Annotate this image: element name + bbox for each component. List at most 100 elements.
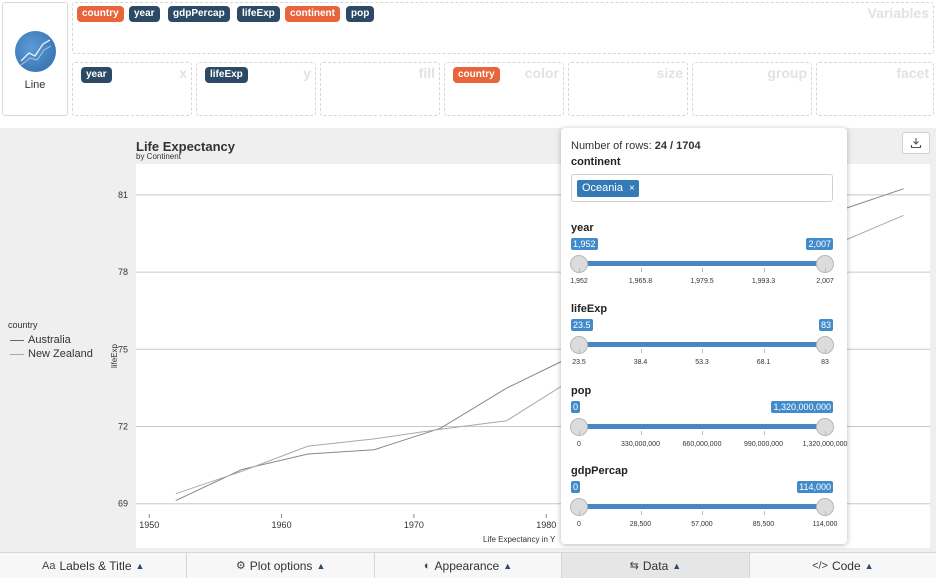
slider-grid-tick [640,511,642,515]
pop-slider[interactable]: 0 1,320,000,000 0 330,000,000 660,000,000 990… [570,387,847,451]
gear-icon: ⚙ [235,560,246,572]
slider-track[interactable] [579,342,825,347]
y-tick-label: 75 [118,344,128,354]
aes-label-group: group [767,65,807,81]
year-slider[interactable]: 1,952 2,007 1,952 1,965.8 1,979.5 1,993.3 2,00… [570,224,837,288]
continent-select[interactable]: Oceania × [571,174,833,202]
aes-chip-color[interactable]: country [453,67,500,83]
aes-label-color: color [524,65,559,81]
data-filter-popup: Number of rows: 24 / 1704 continent Ocea… [561,128,847,544]
variable-chip-gdppercap[interactable]: gdpPercap [168,6,230,22]
tab-label: Appearance [434,558,500,573]
aes-dropzone-size[interactable]: size [568,62,688,116]
font-icon: Aa [41,559,56,572]
slider-grid-tick [702,349,703,353]
aes-dropzone-color[interactable]: country color [444,62,564,116]
slider-track[interactable] [579,504,825,509]
aes-chip-x[interactable]: year [81,67,112,83]
aes-dropzone-x[interactable]: year x [72,62,192,116]
aes-label-fill: fill [418,65,435,81]
download-button[interactable] [902,132,930,154]
slider-grid-tick [763,431,765,435]
aes-chip-y[interactable]: lifeExp [205,67,248,83]
y-tick-label: 81 [118,190,128,200]
tab-plot-options[interactable]: ⚙ Plot options ▲ [187,553,375,578]
variable-chip-pop[interactable]: pop [346,6,375,22]
y-tick-label: 69 [118,499,128,509]
slider-tick-label: 57,000 [691,521,713,528]
slider-value-min: 0 [571,401,581,413]
filter-label-continent: continent [571,156,621,168]
slider-tick-label: 1,320,000,000 [802,441,848,448]
aes-dropzone-group[interactable]: group [692,62,812,116]
y-tick-label: 78 [118,267,128,277]
tab-label: Labels & Title [59,558,132,573]
aes-label-facet: facet [896,65,929,81]
slider-tick-label: 2,007 [816,278,834,285]
tab-appearance[interactable]: ◐ Appearance ▲ [375,553,563,578]
slider-tick-label: 1,952 [570,278,588,285]
caret-up-icon: ▲ [672,560,682,571]
aes-dropzone-facet[interactable]: facet [816,62,934,116]
caret-up-icon: ▲ [503,560,513,571]
tab-data[interactable]: ⇆ Data ▲ [562,553,750,578]
download-icon [910,138,922,149]
slider-track[interactable] [579,424,825,429]
x-tick-label: 1950 [139,520,159,530]
aes-dropzone-y[interactable]: lifeExp y [196,62,316,116]
slider-tick-label: 53.3 [695,359,709,366]
slider-grid-tick [640,431,642,435]
tab-label: Plot options [249,558,313,573]
geom-label: Line [24,79,46,91]
variable-chip-lifeexp[interactable]: lifeExp [237,6,280,22]
slider-tick-label: 68.1 [756,359,771,366]
variables-dropzone[interactable]: country year gdpPercap lifeExp continent… [72,2,934,54]
rows-count-label: Number of rows: [571,140,652,152]
aes-label-y: y [303,65,311,81]
slider-track[interactable] [579,261,825,266]
slider-grid-tick [825,268,826,272]
caret-up-icon: ▲ [316,560,326,571]
variable-chip-continent[interactable]: continent [285,6,340,22]
palette-icon: ◐ [423,559,431,572]
slider-tick-label: 330,000,000 [621,441,660,448]
slider-tick-label: 990,000,000 [744,441,783,448]
variable-chip-year[interactable]: year [129,6,160,22]
remove-tag-icon[interactable]: × [629,183,635,194]
aes-label-x: x [179,65,187,81]
legend-label: New Zealand [28,348,93,360]
aes-label-size: size [656,65,683,81]
tab-code[interactable]: </> Code ▲ [750,553,936,578]
slider-grid-tick [702,431,703,435]
legend-item-australia: Australia [8,333,93,347]
slider-grid-tick [825,431,826,435]
slider-tick-label: 83 [821,359,829,366]
variables-section-label: Variables [867,5,930,21]
slider-value-max: 2,007 [806,238,833,250]
slider-grid-tick [702,511,703,515]
rows-count: Number of rows: 24 / 1704 [571,140,701,152]
line-chart-icon [15,31,56,72]
geom-selector[interactable]: Line [2,2,68,116]
slider-tick-label: 28,500 [629,521,652,528]
gdppercap-slider[interactable]: 0 114,000 0 28,500 57,000 85,500 114,000 [570,467,837,531]
lifeexp-slider[interactable]: 23.5 83 23.5 38.4 53.3 68.1 83 [570,305,837,369]
legend-title: country [8,320,38,330]
x-axis-label: Life Expectancy in Y [483,535,556,544]
slider-grid-tick [640,268,642,272]
slider-tick-label: 23.5 [572,359,586,366]
slider-tick-label: 38.4 [633,359,648,366]
caret-up-icon: ▲ [135,560,145,571]
chart-subtitle: by Continent [136,152,182,161]
tab-labels-title[interactable]: Aa Labels & Title ▲ [0,553,188,578]
legend-swatch [10,354,24,355]
aes-dropzone-fill[interactable]: fill [320,62,440,116]
legend-item-new-zealand: New Zealand [8,347,93,361]
slider-grid-tick [763,349,765,353]
variable-chip-country[interactable]: country [77,6,124,22]
sliders-icon: ⇆ [629,560,639,572]
continent-tag-oceania[interactable]: Oceania × [577,180,639,197]
slider-value-max: 1,320,000,000 [771,401,833,413]
slider-tick-label: 1,979.5 [690,278,714,285]
slider-value-min: 1,952 [571,238,598,250]
